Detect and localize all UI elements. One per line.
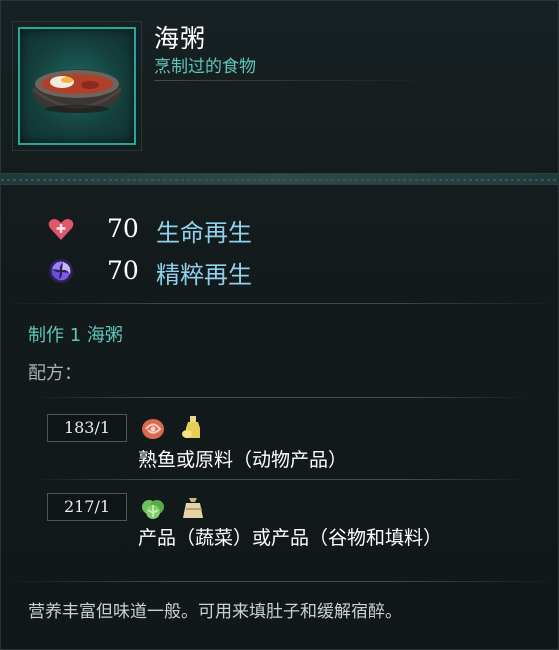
porridge-bowl-icon — [32, 69, 122, 113]
ingredient-separator — [31, 397, 531, 398]
stat-label: 生命再生 — [156, 219, 252, 247]
stat-label: 精粹再生 — [156, 261, 252, 289]
essence-swirl-icon — [49, 259, 73, 283]
ingredient-name: 产品（蔬菜）或产品（谷物和填料） — [138, 527, 443, 549]
craft-title: 制作 1 海粥 — [28, 325, 123, 346]
item-header: 海粥 烹制过的食物 — [1, 1, 559, 173]
item-title: 海粥 — [154, 24, 207, 53]
item-icon-frame — [12, 21, 142, 151]
ingredient-name: 熟鱼或原料（动物产品） — [138, 449, 348, 471]
ingredient-quantity: 183/1 — [47, 414, 127, 442]
vegetable-icon — [142, 500, 164, 519]
title-divider — [154, 80, 439, 81]
item-subtitle: 烹制过的食物 — [154, 57, 256, 77]
health-heart-icon — [48, 219, 74, 240]
grain-sack-icon — [183, 498, 203, 518]
ingredient-quantity: 217/1 — [47, 493, 127, 521]
meat-icon — [142, 419, 164, 439]
stat-value: 70 — [107, 256, 139, 285]
oil-bottle-icon — [182, 416, 200, 438]
item-tooltip-panel: 海粥 烹制过的食物 70 生命再生 70 精粹再生 制作 1 海粥 配方： 18… — [0, 0, 559, 650]
ingredient-separator — [31, 479, 531, 480]
description-divider — [1, 581, 559, 582]
stat-row-health-regen: 70 生命再生 — [1, 207, 559, 247]
stat-row-essence-regen: 70 精粹再生 — [1, 249, 559, 289]
stat-value: 70 — [107, 214, 139, 243]
item-description: 营养丰富但味道一般。可用来填肚子和缓解宿醉。 — [28, 602, 402, 622]
recipe-label: 配方： — [28, 363, 82, 384]
stats-divider — [1, 303, 559, 304]
header-divider — [1, 173, 559, 185]
